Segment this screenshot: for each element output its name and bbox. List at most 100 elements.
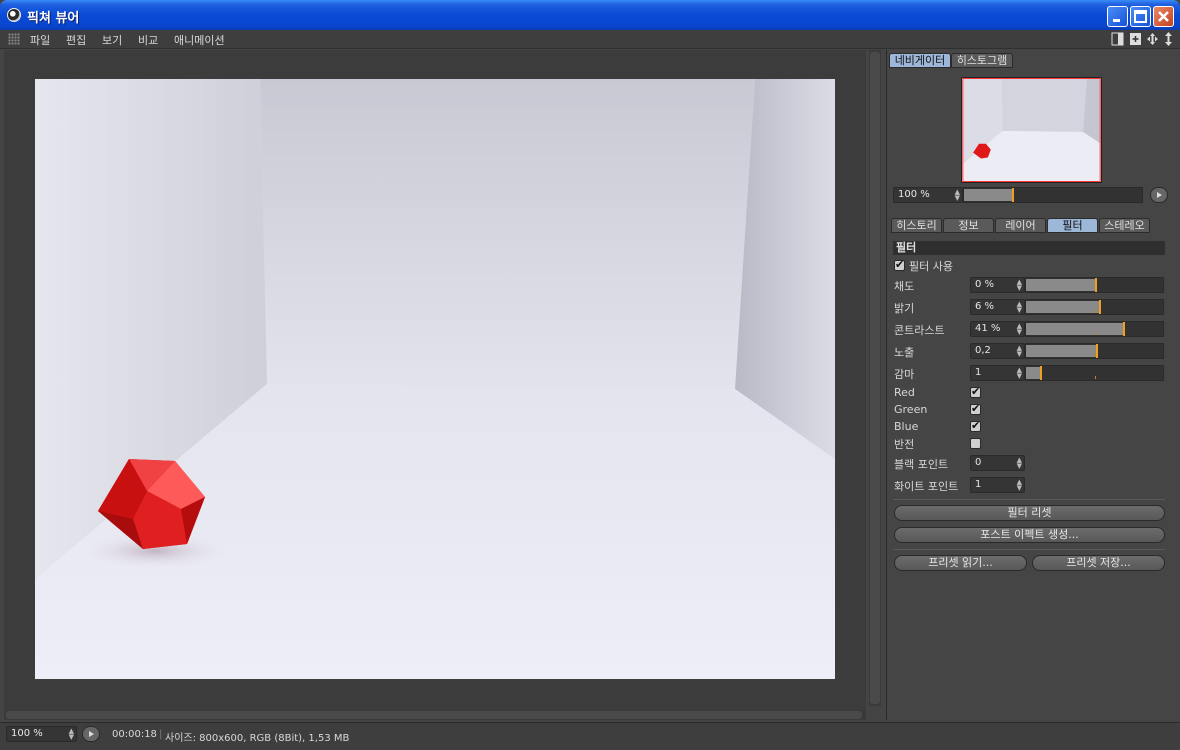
brightness-fill (1026, 301, 1099, 313)
gamma-slider[interactable] (1025, 365, 1164, 381)
contrast-label: 콘트라스트 (894, 324, 945, 337)
status-zoom-value: 100 % (11, 728, 43, 739)
saturation-value: 0 % (975, 279, 995, 290)
spinner-icon[interactable]: ▲ ▼ (1017, 279, 1022, 292)
window-title: 픽쳐 뷰어 (27, 11, 80, 26)
menu-edit[interactable]: 편집 (66, 32, 86, 48)
menu-view[interactable]: 보기 (102, 32, 122, 48)
horizontal-scroll-thumb[interactable] (6, 711, 862, 719)
saturation-marker[interactable] (1095, 278, 1097, 292)
status-play-button[interactable] (82, 726, 100, 742)
tab-filter[interactable]: 필터 (1047, 218, 1098, 233)
spinner-icon[interactable]: ▲ ▼ (955, 189, 960, 202)
app-icon (7, 8, 21, 22)
gamma-marker[interactable] (1040, 366, 1042, 380)
gamma-field[interactable]: 1 ▲ ▼ (970, 365, 1025, 381)
status-zoom-field[interactable]: 100 % ▲ ▼ (6, 726, 77, 742)
tab-layer[interactable]: 레이어 (995, 218, 1046, 233)
filter-enable-checkbox[interactable]: ✔ (894, 258, 905, 271)
navigator-thumbnail[interactable] (961, 77, 1102, 183)
blue-channel-checkbox[interactable]: ✔ (970, 419, 981, 432)
brightness-tick (1095, 310, 1096, 313)
red-channel-label: Red (894, 386, 915, 399)
tab-history[interactable]: 히스토리 (891, 218, 942, 233)
menu-compare[interactable]: 비교 (138, 32, 158, 48)
navigator-play-button[interactable] (1150, 187, 1168, 203)
close-icon (1158, 11, 1169, 22)
check-icon: ✔ (895, 258, 905, 271)
green-channel-checkbox[interactable]: ✔ (970, 402, 981, 415)
tab-navigator[interactable]: 네비게이터 (889, 53, 951, 68)
gamma-tick (1095, 376, 1096, 379)
tab-histogram[interactable]: 히스토그램 (951, 53, 1013, 68)
gamma-value: 1 (975, 367, 982, 378)
minimize-button[interactable] (1107, 6, 1128, 27)
invert-checkbox[interactable]: ✔ (970, 438, 981, 449)
menu-file[interactable]: 파일 (30, 32, 50, 48)
contrast-value: 41 % (975, 323, 1001, 334)
black-point-value: 0 (975, 457, 982, 468)
rendered-image[interactable] (35, 79, 835, 679)
maximize-button[interactable] (1130, 6, 1151, 27)
exposure-field[interactable]: 0,2 ▲ ▼ (970, 343, 1025, 359)
navigator-zoom-field[interactable]: 100 % ▲ ▼ (893, 187, 963, 203)
spinner-icon[interactable]: ▲ ▼ (1017, 301, 1022, 314)
green-channel-label: Green (894, 403, 928, 416)
brightness-marker[interactable] (1099, 300, 1101, 314)
saturation-slider[interactable] (1025, 277, 1164, 293)
menu-grip-icon (8, 33, 20, 45)
black-point-field[interactable]: 0 ▲ ▼ (970, 455, 1025, 471)
navigator-zoom-value: 100 % (898, 189, 930, 200)
saturation-field[interactable]: 0 % ▲ ▼ (970, 277, 1025, 293)
preset-save-button[interactable]: 프리셋 저장... (1032, 555, 1165, 571)
vertical-scroll-thumb[interactable] (870, 52, 880, 704)
contrast-marker[interactable] (1123, 322, 1125, 336)
navigator-zoom-marker[interactable] (1012, 188, 1014, 202)
title-bar[interactable]: 픽쳐 뷰어 (0, 0, 1180, 30)
spinner-icon[interactable]: ▲ ▼ (1017, 323, 1022, 336)
exposure-slider[interactable] (1025, 343, 1164, 359)
spinner-icon[interactable]: ▲ ▼ (1017, 345, 1022, 358)
red-channel-checkbox[interactable]: ✔ (970, 385, 981, 398)
exposure-marker[interactable] (1096, 344, 1098, 358)
filter-reset-button[interactable]: 필터 리셋 (894, 505, 1165, 521)
separator (893, 499, 1165, 500)
gamma-fill (1026, 367, 1040, 379)
spinner-icon[interactable]: ▲ ▼ (1017, 479, 1022, 492)
black-point-label: 블랙 포인트 (894, 458, 949, 471)
scroll-vertical-icon[interactable] (1162, 32, 1175, 46)
move-icon[interactable] (1146, 32, 1159, 46)
navigator-zoom-slider[interactable] (963, 187, 1143, 203)
invert-label: 반전 (894, 438, 915, 451)
spinner-icon[interactable]: ▲ ▼ (1017, 457, 1022, 470)
filter-section-title: 필터 (893, 241, 1165, 255)
horizontal-scrollbar[interactable] (4, 710, 866, 720)
navigator-zoom-fill (964, 189, 1012, 201)
vertical-scrollbar[interactable] (869, 50, 881, 706)
contrast-field[interactable]: 41 % ▲ ▼ (970, 321, 1025, 337)
check-icon: ✔ (971, 419, 981, 432)
contrast-slider[interactable] (1025, 321, 1164, 337)
layout-icon[interactable] (1111, 32, 1124, 46)
new-window-icon[interactable] (1129, 32, 1142, 46)
tab-info[interactable]: 정보 (943, 218, 994, 233)
brightness-field[interactable]: 6 % ▲ ▼ (970, 299, 1025, 315)
white-point-field[interactable]: 1 ▲ ▼ (970, 477, 1025, 493)
spinner-icon[interactable]: ▲ ▼ (1017, 367, 1022, 380)
tab-stereo[interactable]: 스테레오 (1099, 218, 1150, 233)
close-button[interactable] (1153, 6, 1174, 27)
exposure-fill (1026, 345, 1096, 357)
separator (893, 549, 1165, 550)
render-time: 00:00:18 (112, 729, 157, 740)
exposure-label: 노출 (894, 346, 915, 359)
saturation-label: 채도 (894, 280, 915, 293)
white-point-value: 1 (975, 479, 982, 490)
menu-animation[interactable]: 애니메이션 (174, 32, 225, 48)
spinner-icon[interactable]: ▲ ▼ (69, 728, 74, 741)
preset-load-button[interactable]: 프리셋 읽기... (894, 555, 1027, 571)
brightness-value: 6 % (975, 301, 995, 312)
gamma-label: 감마 (894, 368, 915, 381)
white-point-label: 화이트 포인트 (894, 480, 959, 493)
brightness-slider[interactable] (1025, 299, 1164, 315)
post-effect-button[interactable]: 포스트 이펙트 생성... (894, 527, 1165, 543)
